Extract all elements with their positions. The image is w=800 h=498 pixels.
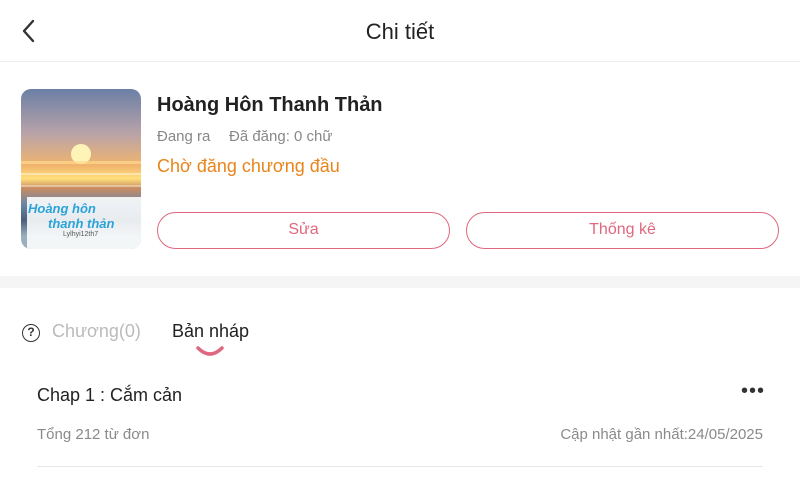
stats-button[interactable]: Thống kê: [466, 212, 779, 249]
cover-title-line1: Hoàng hôn: [28, 201, 96, 216]
book-posted-count: Đã đăng: 0 chữ: [229, 128, 333, 145]
cover-author-mark: Lylhyi12th7: [63, 231, 99, 238]
edit-button[interactable]: Sửa: [157, 212, 450, 249]
more-dots-icon[interactable]: •••: [740, 380, 766, 402]
cover-title-line2: thanh thản: [48, 216, 115, 231]
book-info-card: Hoàng hôn thanh thản Lylhyi12th7 Hoàng H…: [0, 62, 800, 276]
section-divider: [0, 276, 800, 288]
book-title: Hoàng Hôn Thanh Thản: [157, 94, 383, 116]
book-cover[interactable]: Hoàng hôn thanh thản Lylhyi12th7: [21, 89, 141, 249]
row-divider: [37, 466, 763, 467]
question-circle-icon[interactable]: ?: [22, 324, 40, 342]
tab-chapters[interactable]: Chương(0): [52, 321, 141, 342]
top-bar: Chi tiết: [0, 0, 800, 62]
active-tab-indicator: [196, 346, 224, 356]
book-waiting-status: Chờ đăng chương đầu: [157, 156, 340, 176]
draft-title[interactable]: Chap 1 : Cắm cản: [37, 385, 182, 406]
draft-word-count: Tổng 212 từ đơn: [37, 426, 150, 443]
tab-drafts[interactable]: Bản nháp: [172, 321, 249, 342]
book-status: Đang ra: [157, 128, 211, 145]
page-title: Chi tiết: [365, 19, 435, 44]
draft-updated-date: Cập nhật gần nhất:24/05/2025: [560, 426, 763, 443]
